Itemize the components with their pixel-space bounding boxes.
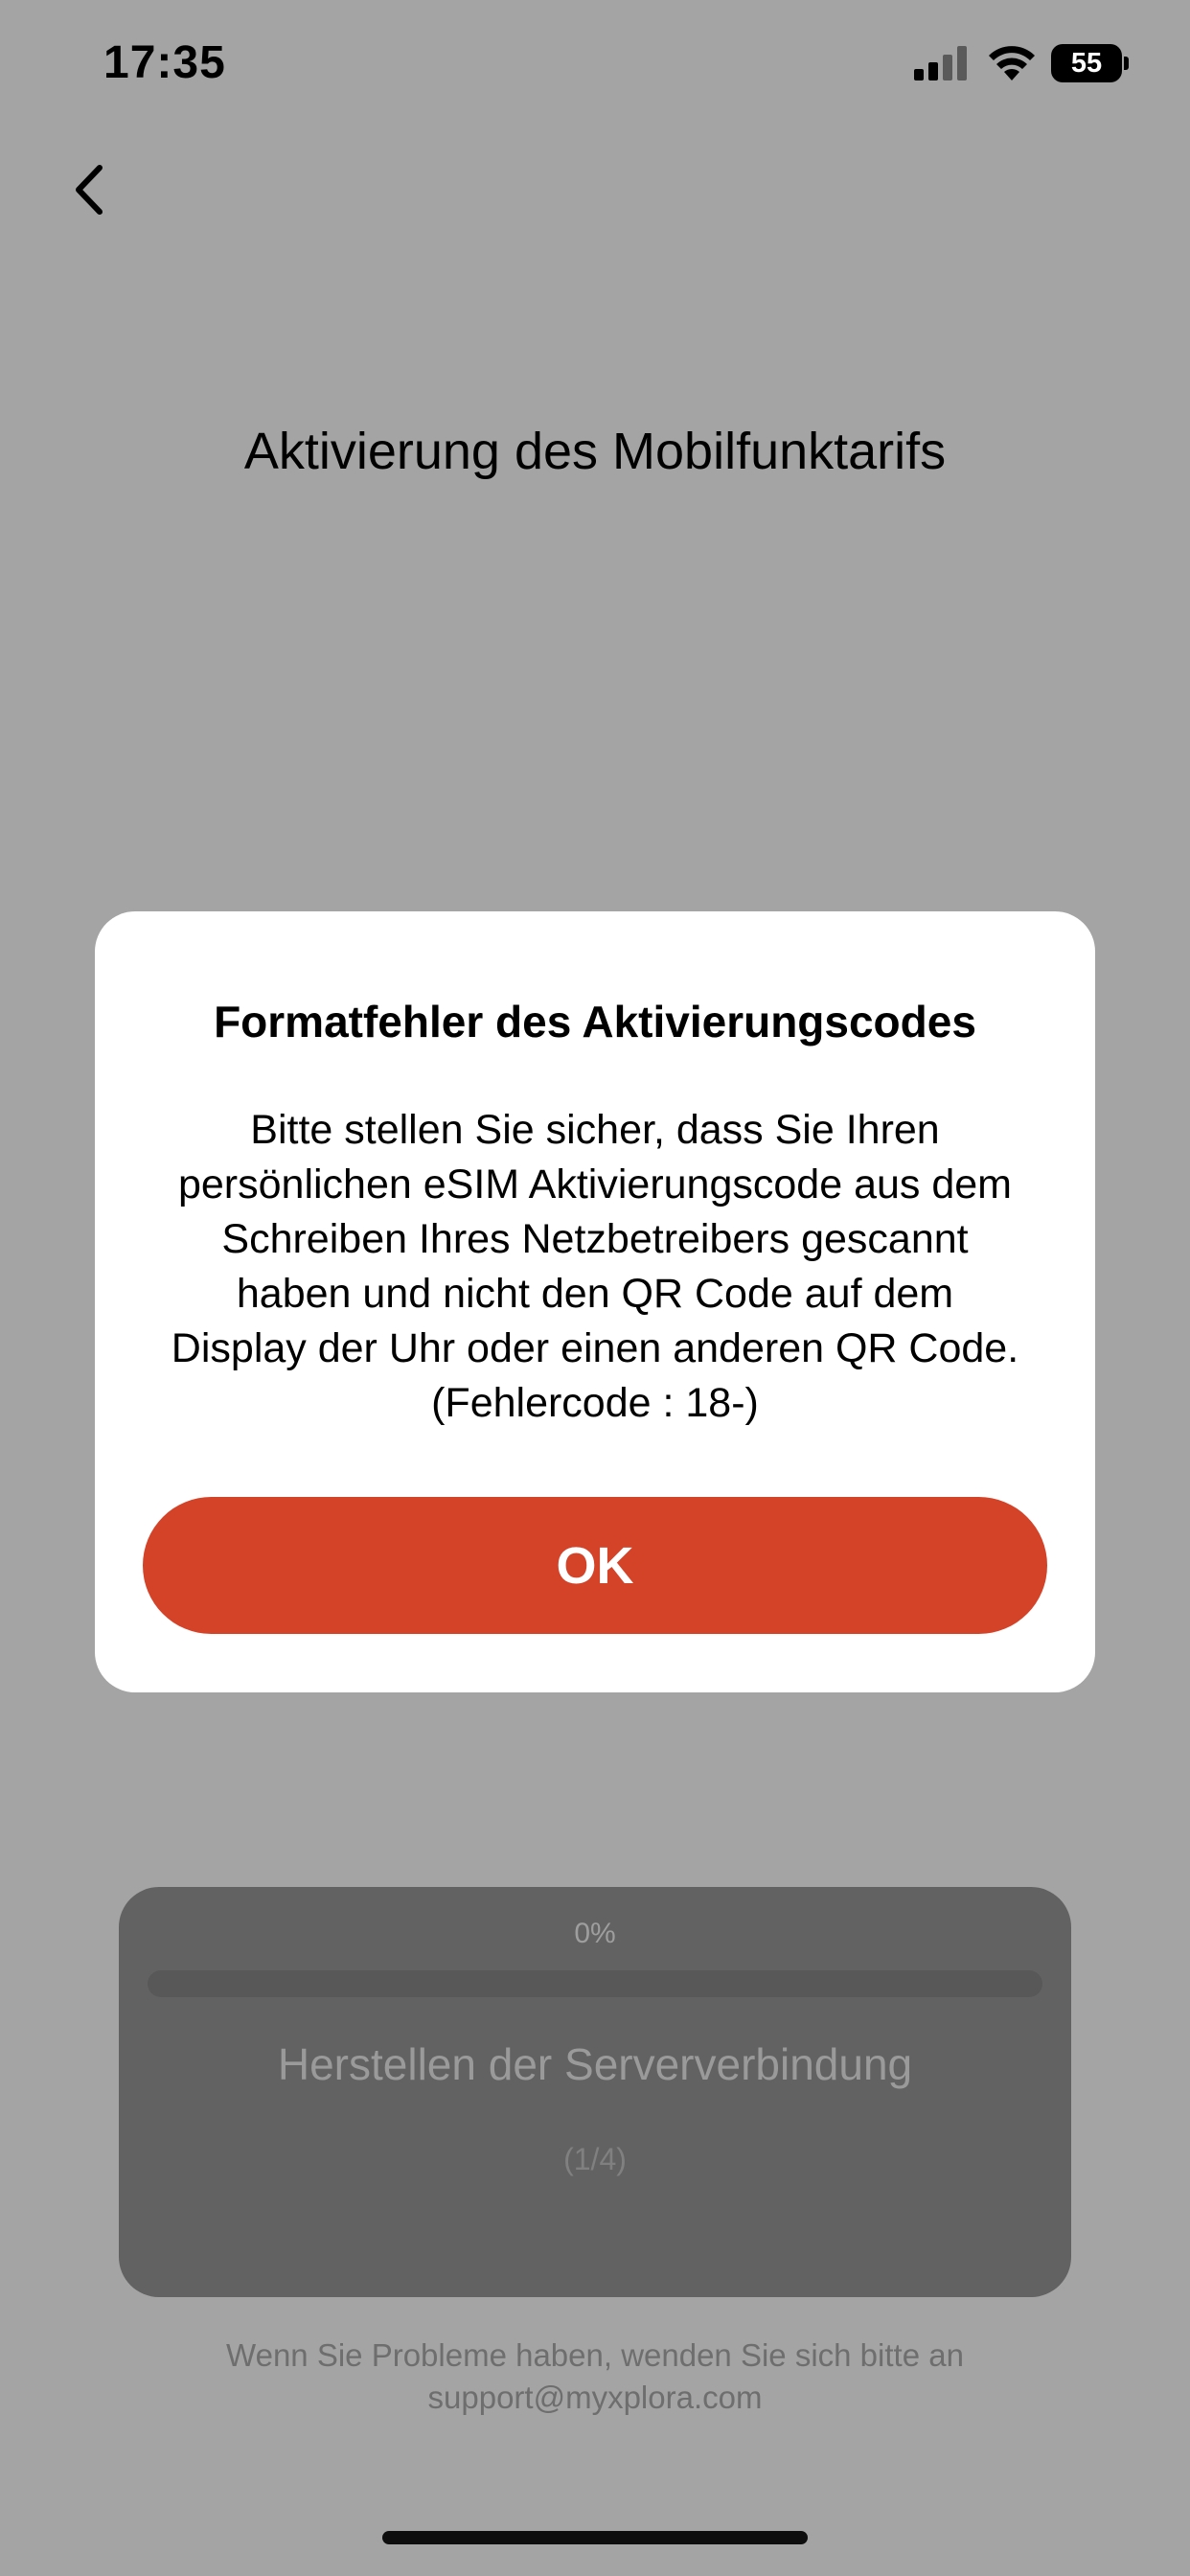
dialog-message: Bitte stellen Sie sicher, dass Sie Ihren… [171, 1107, 1019, 1426]
chevron-left-icon[interactable] [67, 158, 121, 221]
ok-button[interactable]: OK [143, 1497, 1047, 1634]
battery-icon: 55 [1051, 44, 1129, 82]
support-email: support@myxplora.com [427, 2380, 763, 2415]
battery-level: 55 [1051, 44, 1122, 82]
dialog-title: Formatfehler des Aktivierungscodes [214, 997, 976, 1046]
support-note: Wenn Sie Probleme haben, wenden Sie sich… [0, 2334, 1190, 2419]
page-title: Aktivierung des Mobilfunktarifs [243, 423, 947, 480]
battery-cap [1124, 57, 1129, 70]
progress-bar [148, 1970, 1042, 1997]
progress-step-count: (1/4) [563, 2142, 627, 2176]
status-bar: 17:35 55 [0, 0, 1190, 134]
support-text: Wenn Sie Probleme haben, wenden Sie sich… [226, 2337, 964, 2373]
wifi-icon [989, 46, 1035, 80]
progress-step-label: Herstellen der Serververbindung [277, 2039, 913, 2089]
home-indicator[interactable] [382, 2531, 808, 2544]
error-dialog: Formatfehler des Aktivierungscodes Bitte… [95, 911, 1095, 1692]
activation-progress-card: 0% Herstellen der Serververbindung (1/4) [119, 1887, 1071, 2297]
progress-percent: 0% [574, 1918, 616, 1949]
status-time: 17:35 [103, 37, 226, 88]
cellular-signal-icon [914, 46, 967, 80]
